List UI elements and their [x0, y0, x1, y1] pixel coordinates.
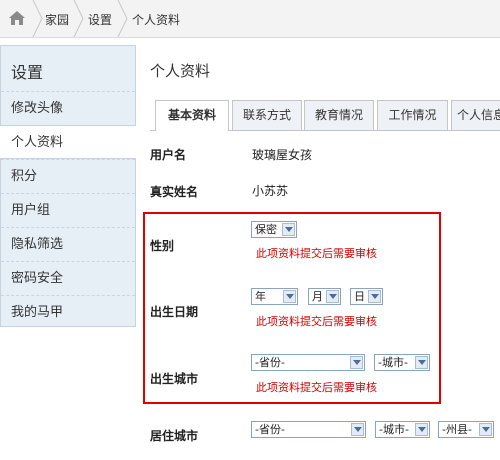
breadcrumb-item-profile: 个人资料: [132, 13, 181, 27]
birth-year-select[interactable]: 年: [251, 288, 298, 305]
birth-day-select[interactable]: 日: [350, 288, 383, 305]
chevron-down-icon: [326, 290, 339, 303]
sidebar-item-profile[interactable]: 个人资料: [0, 125, 136, 159]
realname-value: 小苏苏: [252, 184, 289, 198]
chevron-down-icon: [415, 356, 428, 369]
birth-province-select[interactable]: -省份-: [251, 354, 365, 371]
chevron-down-icon: [415, 423, 428, 436]
reside-province-select[interactable]: -省份-: [251, 421, 366, 438]
page-title: 个人资料: [150, 62, 211, 80]
sidebar-item-avatar[interactable]: 修改头像: [1, 91, 135, 125]
username-label: 用户名: [150, 148, 187, 162]
reside-city-select[interactable]: -城市-: [375, 421, 430, 438]
home-icon: [9, 11, 25, 25]
chevron-down-icon: [479, 423, 492, 436]
birthcity-review-note: 此项资料提交后需要审核: [256, 381, 377, 394]
chevron-down-icon: [351, 423, 364, 436]
birth-month-select[interactable]: 月: [308, 288, 341, 305]
breadcrumb-separator: [117, 0, 128, 37]
breadcrumb-item-settings[interactable]: 设置: [88, 11, 112, 28]
gender-review-note: 此项资料提交后需要审核: [256, 247, 377, 260]
settings-sidebar: 设置 修改头像 个人资料 积分 用户组 隐私筛选 密码安全 我的马甲: [0, 45, 136, 327]
sidebar-item-vest[interactable]: 我的马甲: [1, 295, 135, 329]
birth-city-select[interactable]: -城市-: [374, 354, 430, 371]
tab-contact[interactable]: 联系方式: [232, 100, 302, 130]
chevron-down-icon: [283, 290, 296, 303]
breadcrumb-separator: [73, 0, 84, 37]
tab-work[interactable]: 工作情况: [377, 100, 448, 130]
gender-label: 性别: [150, 239, 175, 253]
tab-personal[interactable]: 个人信息: [451, 100, 500, 130]
tab-basic[interactable]: 基本资料: [155, 100, 229, 131]
home-link[interactable]: [0, 0, 34, 37]
chevron-down-icon: [350, 356, 363, 369]
birthday-label: 出生日期: [150, 305, 199, 319]
breadcrumb: 家园 设置 个人资料: [0, 0, 500, 38]
chevron-down-icon: [282, 223, 295, 236]
realname-label: 真实姓名: [150, 185, 199, 199]
sidebar-item-password[interactable]: 密码安全: [1, 261, 135, 295]
sidebar-item-privacy[interactable]: 隐私筛选: [1, 227, 135, 261]
birthday-review-note: 此项资料提交后需要审核: [256, 315, 377, 328]
residecity-label: 居住城市: [150, 429, 199, 443]
breadcrumb-separator: [32, 0, 43, 37]
breadcrumb-item-home[interactable]: 家园: [45, 11, 69, 28]
gender-select[interactable]: 保密: [251, 221, 297, 238]
sidebar-item-usergroup[interactable]: 用户组: [1, 193, 135, 227]
reside-county-select[interactable]: -州县-: [438, 421, 494, 438]
username-value: 玻璃屋女孩: [252, 148, 313, 162]
birthcity-label: 出生城市: [150, 372, 199, 386]
sidebar-title: 设置: [11, 63, 44, 82]
sidebar-item-credits[interactable]: 积分: [1, 159, 135, 193]
chevron-down-icon: [368, 290, 381, 303]
tab-education[interactable]: 教育情况: [304, 100, 374, 130]
